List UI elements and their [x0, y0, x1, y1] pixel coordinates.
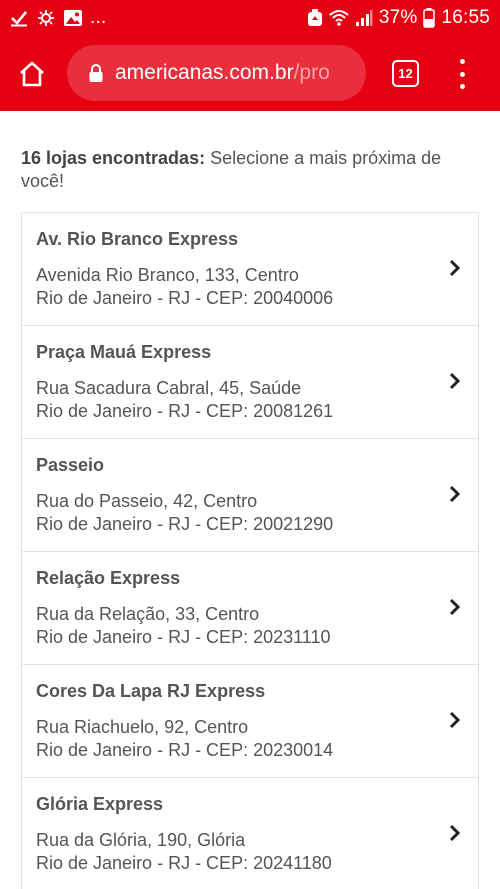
store-address: Rua Sacadura Cabral, 45, Saúde [36, 378, 302, 398]
system-status: 37% 16:55 [307, 7, 490, 29]
more-notifications: ... [90, 7, 107, 28]
store-item[interactable]: Passeio Rua do Passeio, 42, Centro Rio d… [21, 438, 479, 551]
store-city-cep: Rio de Janeiro - RJ - CEP: 20231110 [36, 627, 331, 647]
battery-icon [423, 8, 436, 28]
store-city-cep: Rio de Janeiro - RJ - CEP: 20241180 [36, 853, 332, 873]
store-list: Av. Rio Branco Express Avenida Rio Branc… [21, 212, 479, 889]
battery-percent: 37% [378, 7, 418, 28]
check-icon [10, 9, 28, 27]
store-name: Cores Da Lapa RJ Express [36, 681, 266, 701]
store-name: Av. Rio Branco Express [36, 229, 239, 249]
store-address: Rua da Glória, 190, Glória [36, 830, 246, 850]
store-name: Praça Mauá Express [36, 342, 212, 362]
home-icon [20, 61, 44, 86]
alarm-lock-icon [307, 9, 323, 27]
chevron-right-icon [449, 259, 461, 277]
store-name: Passeio [36, 455, 105, 475]
url-bar[interactable]: americanas.com.br/pro [67, 45, 366, 101]
store-address: Rua Riachuelo, 92, Centro [36, 717, 249, 737]
home-button[interactable] [0, 36, 64, 111]
store-item[interactable]: Av. Rio Branco Express Avenida Rio Branc… [21, 212, 479, 325]
results-count: 16 lojas encontradas: [21, 148, 206, 168]
results-summary: 16 lojas encontradas: Selecione a mais p… [0, 111, 500, 193]
lock-icon [89, 64, 103, 82]
url-host: americanas.com.br [115, 61, 294, 84]
menu-dot-icon [459, 59, 465, 64]
url-path: /pro [293, 61, 330, 84]
store-item[interactable]: Praça Mauá Express Rua Sacadura Cabral, … [21, 325, 479, 438]
store-address: Avenida Rio Branco, 133, Centro [36, 265, 299, 285]
store-address: Rua da Relação, 33, Centro [36, 604, 260, 624]
brightness-icon [36, 9, 56, 27]
store-item[interactable]: Glória Express Rua da Glória, 190, Glóri… [21, 777, 479, 889]
chevron-right-icon [449, 711, 461, 729]
menu-dot-icon [459, 71, 465, 77]
chevron-right-icon [449, 824, 461, 842]
chevron-right-icon [449, 598, 461, 616]
store-city-cep: Rio de Janeiro - RJ - CEP: 20230014 [36, 740, 334, 760]
chevron-right-icon [449, 372, 461, 390]
store-item[interactable]: Relação Express Rua da Relação, 33, Cent… [21, 551, 479, 664]
menu-dot-icon [459, 84, 465, 89]
store-city-cep: Rio de Janeiro - RJ - CEP: 20040006 [36, 288, 334, 308]
store-name: Relação Express [36, 568, 181, 588]
status-bar: ... 37% 16:55 [0, 0, 500, 36]
page-content: 16 lojas encontradas: Selecione a mais p… [0, 111, 500, 889]
clock: 16:55 [441, 7, 490, 28]
store-name: Glória Express [36, 794, 164, 814]
wifi-icon [329, 9, 349, 27]
chevron-right-icon [449, 485, 461, 503]
store-city-cep: Rio de Janeiro - RJ - CEP: 20081261 [36, 401, 334, 421]
overflow-menu-button[interactable] [450, 56, 474, 92]
image-icon [64, 10, 82, 26]
store-city-cep: Rio de Janeiro - RJ - CEP: 20021290 [36, 514, 334, 534]
signal-icon [355, 9, 373, 27]
browser-toolbar: americanas.com.br/pro 12 [0, 36, 500, 111]
store-address: Rua do Passeio, 42, Centro [36, 491, 258, 511]
tab-switcher-button[interactable]: 12 [392, 60, 419, 87]
store-item[interactable]: Cores Da Lapa RJ Express Rua Riachuelo, … [21, 664, 479, 777]
notification-area: ... [10, 7, 307, 29]
